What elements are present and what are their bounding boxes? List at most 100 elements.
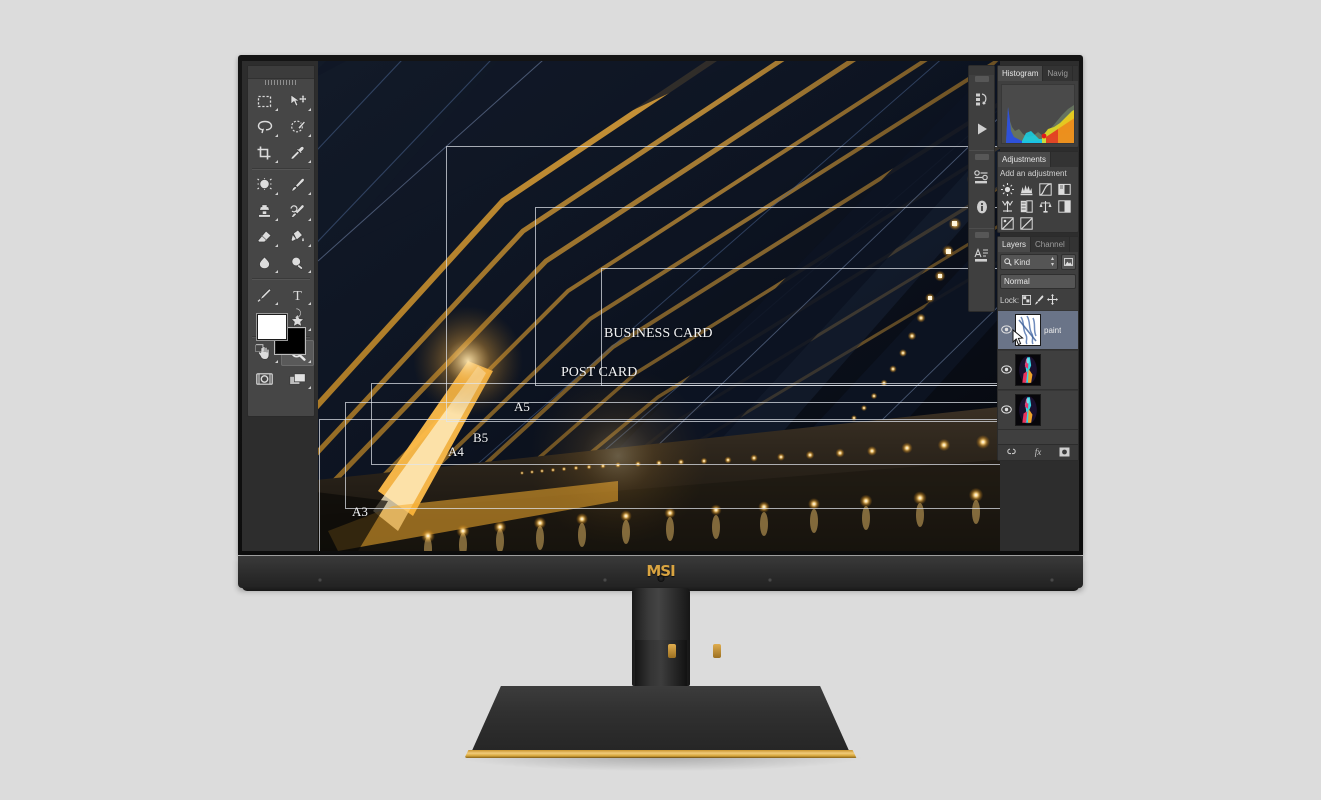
history-brush-icon — [290, 204, 305, 218]
quick-mask-button[interactable] — [248, 366, 281, 392]
marquee-icon — [257, 95, 272, 107]
histogram-tabs[interactable]: Histogram Navig — [998, 66, 1078, 81]
lock-image-pixels-icon[interactable] — [1034, 294, 1044, 307]
layers-tabs[interactable]: Layers Channel — [998, 237, 1078, 252]
blend-mode-row[interactable]: Normal — [998, 272, 1078, 291]
clone-stamp-tool[interactable] — [248, 198, 281, 224]
quick-selection-tool[interactable] — [281, 114, 314, 140]
layer-visibility-toggle[interactable] — [1000, 324, 1012, 336]
rail-grip[interactable] — [969, 66, 994, 75]
actions-play-icon[interactable] — [969, 114, 994, 144]
layer-filter-kind-select[interactable]: Kind ▴ ▾ — [1000, 254, 1058, 270]
rail-group-1-handle[interactable] — [974, 76, 989, 82]
link-layers-button[interactable] — [1006, 447, 1017, 458]
layer-filter-kind-label: Kind — [1014, 257, 1031, 267]
tab-channels[interactable]: Channel — [1031, 237, 1070, 252]
character-icon[interactable] — [969, 240, 994, 270]
eraser-tool[interactable] — [248, 224, 281, 250]
photo-filter-icon — [1001, 217, 1014, 230]
black-white-adjustment[interactable] — [1055, 198, 1074, 215]
layer-thumbnail[interactable] — [1015, 354, 1041, 386]
tab-navigator[interactable]: Navig — [1043, 66, 1073, 81]
add-layer-mask-button[interactable] — [1059, 447, 1070, 459]
curves-adjustment[interactable] — [1036, 181, 1055, 198]
pen-tool[interactable] — [248, 282, 281, 308]
document-canvas[interactable]: BUSINESS CARD POST CARD A5 B5 A4 A3 — [318, 61, 1000, 551]
tools-panel-grip[interactable] — [248, 66, 314, 79]
layer-thumbnail[interactable] — [1015, 394, 1041, 426]
history-brush-tool[interactable] — [281, 198, 314, 224]
move-tool[interactable] — [281, 88, 314, 114]
eyedropper-tool[interactable] — [281, 140, 314, 166]
info-icon[interactable] — [969, 192, 994, 222]
chevron-updown-icon[interactable]: ▴ ▾ — [1051, 256, 1054, 268]
blend-mode-select[interactable]: Normal — [1000, 274, 1076, 289]
adjustments-panel[interactable]: Adjustments Add an adjustment — [997, 151, 1079, 233]
guide-label-a3: A3 — [352, 504, 368, 519]
adjustments-tabs[interactable]: Adjustments — [998, 152, 1078, 167]
swap-colors-icon[interactable]: ⤸ — [295, 308, 302, 321]
history-icon[interactable] — [969, 84, 994, 114]
horizontal-type-tool[interactable]: T — [281, 282, 314, 308]
tab-layers[interactable]: Layers — [998, 237, 1032, 252]
hue-saturation-adjustment[interactable] — [1017, 198, 1036, 215]
layer-filter-row[interactable]: Kind ▴ ▾ — [998, 252, 1078, 272]
eraser-icon — [257, 230, 272, 243]
guide-overlay: BUSINESS CARD POST CARD A5 B5 A4 A3 — [318, 61, 1000, 551]
properties-icon[interactable] — [969, 162, 994, 192]
blur-tool[interactable] — [248, 250, 281, 276]
black-white-icon — [1058, 200, 1071, 213]
bezel-screw-right — [1050, 578, 1054, 582]
channel-mixer-adjustment[interactable] — [1017, 215, 1036, 232]
tools-panel[interactable]: T ⤸ ❐ — [247, 65, 315, 417]
dodge-tool[interactable] — [281, 250, 314, 276]
brightness-contrast-adjustment[interactable] — [998, 181, 1017, 198]
histogram-body — [998, 81, 1078, 147]
rectangular-marquee-tool[interactable] — [248, 88, 281, 114]
guide-label-business-card: BUSINESS CARD — [604, 326, 713, 341]
panel-column: Histogram Navig Adjustments Add an adjus… — [997, 65, 1079, 464]
guide-label-b5: B5 — [473, 430, 489, 445]
layer-name[interactable]: paint — [1044, 326, 1061, 335]
brush-tool[interactable] — [281, 172, 314, 198]
exposure-adjustment[interactable] — [1055, 181, 1074, 198]
channel-mixer-icon — [1020, 217, 1033, 230]
power-indicator[interactable] — [657, 575, 664, 582]
color-swatches[interactable]: ⤸ ❐ — [255, 308, 307, 360]
screen-mode-button[interactable] — [281, 366, 314, 392]
tab-histogram[interactable]: Histogram — [998, 66, 1044, 81]
table-row[interactable] — [998, 350, 1078, 390]
collapsed-panel-rail[interactable] — [968, 65, 995, 312]
histogram-graph — [1001, 84, 1075, 144]
foreground-color-swatch[interactable] — [257, 314, 287, 340]
table-row[interactable] — [998, 390, 1078, 430]
clone-stamp-icon — [258, 204, 271, 218]
histogram-panel[interactable]: Histogram Navig — [997, 65, 1079, 148]
photo-filter-adjustment[interactable] — [998, 215, 1017, 232]
quick-mask-icon — [256, 373, 273, 385]
table-row[interactable]: paint — [998, 310, 1078, 350]
layer-style-button[interactable]: fx — [1033, 446, 1043, 459]
lock-transparent-pixels-icon[interactable] — [1022, 294, 1032, 307]
layers-panel-footer[interactable]: fx — [998, 444, 1078, 460]
vibrance-adjustment[interactable] — [998, 198, 1017, 215]
default-colors-icon[interactable]: ❐ — [255, 344, 264, 355]
layer-visibility-toggle[interactable] — [1000, 364, 1012, 376]
lock-row[interactable]: Lock: — [998, 291, 1078, 310]
adjustments-hint: Add an adjustment — [1000, 169, 1067, 178]
layers-panel[interactable]: Layers Channel Kind ▴ ▾ Normal Lock: pai… — [997, 236, 1079, 461]
color-balance-icon — [1039, 201, 1052, 213]
spot-healing-brush-tool[interactable] — [248, 172, 281, 198]
paint-bucket-tool[interactable] — [281, 224, 314, 250]
levels-adjustment[interactable] — [1017, 181, 1036, 198]
adjustment-buttons[interactable] — [998, 181, 1078, 232]
tab-adjustments[interactable]: Adjustments — [998, 152, 1052, 167]
rail-group-3-handle[interactable] — [974, 232, 989, 238]
color-balance-adjustment[interactable] — [1036, 198, 1055, 215]
layer-visibility-toggle[interactable] — [1000, 404, 1012, 416]
lock-position-icon[interactable] — [1047, 294, 1059, 307]
lasso-tool[interactable] — [248, 114, 281, 140]
filter-by-image-button[interactable] — [1061, 254, 1076, 270]
crop-tool[interactable] — [248, 140, 281, 166]
rail-group-2-handle[interactable] — [974, 154, 989, 160]
